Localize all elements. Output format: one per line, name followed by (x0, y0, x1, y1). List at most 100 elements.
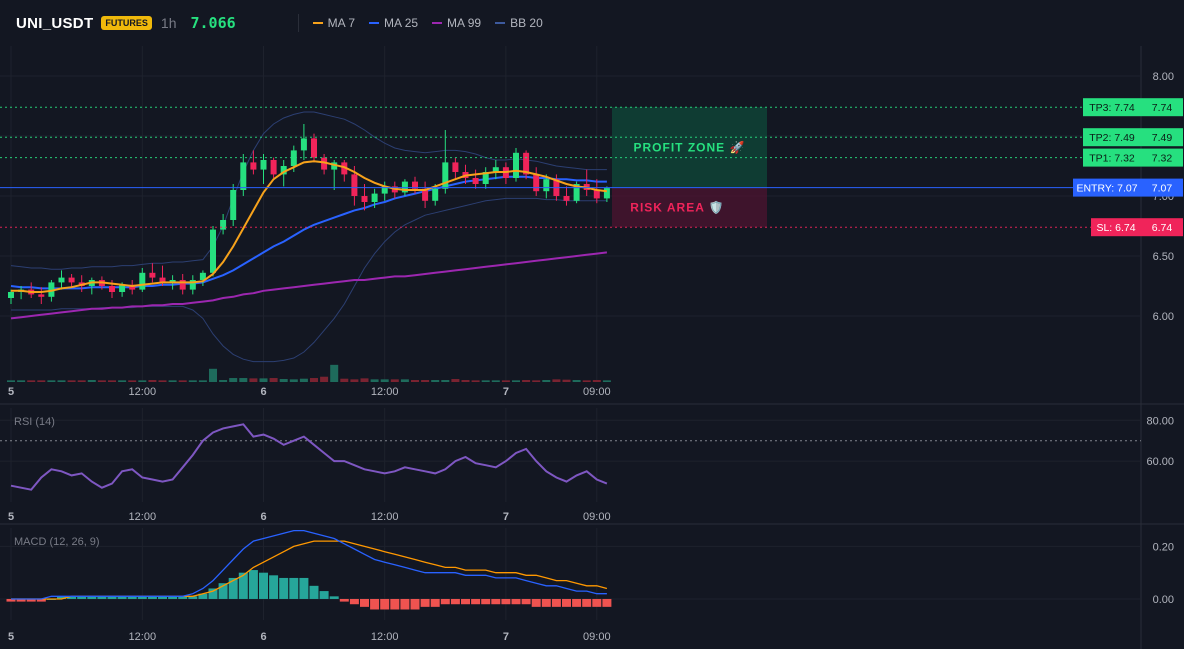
macd-histogram-bar (461, 598, 470, 605)
level-price-label: 7.49 (1152, 132, 1173, 144)
price-axis-label: 6.00 (1153, 311, 1174, 323)
time-axis-label-2: 5 (8, 631, 14, 643)
candle-body (270, 160, 277, 175)
volume-bar (7, 380, 15, 382)
macd-histogram-bar (299, 577, 309, 599)
macd-histogram-bar (562, 598, 571, 607)
level-tag-label: TP2: 7.49 (1089, 132, 1135, 144)
volume-bar (400, 379, 409, 382)
macd-line (11, 529, 607, 600)
macd-histogram-bar (551, 598, 561, 607)
volume-bar (57, 380, 66, 382)
volume-bar (47, 380, 56, 382)
volume-bar (390, 379, 399, 382)
candle-body (442, 162, 449, 189)
volume-bar (481, 380, 490, 382)
volume-bar (370, 379, 379, 382)
volume-bar (118, 380, 127, 382)
candle-body (250, 162, 257, 170)
candle-body (38, 294, 45, 297)
volume-bar (27, 380, 36, 382)
time-axis-label-1: 09:00 (583, 511, 611, 523)
volume-bar (320, 376, 329, 382)
rsi-axis-label: 60.00 (1146, 456, 1174, 468)
volume-bar (97, 380, 106, 382)
volume-bar (461, 380, 470, 382)
volume-bar (87, 380, 96, 382)
candle-body (230, 190, 237, 220)
time-axis-label-0: 5 (8, 386, 14, 398)
volume-bar (582, 380, 591, 382)
volume-bar (128, 380, 137, 382)
volume-bar (572, 380, 581, 382)
macd-axis-label: 0.00 (1153, 594, 1174, 606)
volume-bar (108, 380, 116, 382)
level-price-label: 7.74 (1152, 102, 1173, 114)
volume-bar (532, 380, 541, 382)
level-price-label: 7.07 (1152, 183, 1173, 195)
candle-body (311, 138, 317, 158)
macd-title: MACD (12, 26, 9) (14, 536, 100, 548)
macd-histogram-bar (501, 598, 511, 605)
level-tag-label: TP1: 7.32 (1089, 153, 1135, 165)
macd-histogram-bar (420, 598, 430, 607)
price-axis-label: 6.50 (1153, 251, 1174, 263)
chart-canvas[interactable]: 8.007.507.006.506.0080.0060.000.200.0051… (0, 0, 1184, 649)
volume-bar (229, 378, 238, 382)
macd-histogram-bar (592, 598, 602, 607)
volume-bar (350, 379, 359, 382)
volume-bar (279, 379, 288, 382)
volume-bar (198, 380, 207, 382)
macd-histogram-bar (390, 598, 400, 610)
volume-bar (330, 364, 339, 382)
candle-body (593, 190, 600, 199)
candle-body (8, 292, 14, 298)
macd-histogram-bar (339, 598, 349, 602)
rsi-axis-label: 80.00 (1146, 415, 1174, 427)
macd-histogram-bar (410, 598, 420, 610)
time-axis-label-2: 12:00 (371, 631, 399, 643)
macd-histogram-bar (582, 598, 592, 607)
time-axis-label-0: 12:00 (371, 386, 399, 398)
volume-bar (552, 379, 561, 382)
candle-body (603, 188, 610, 199)
macd-histogram-bar (602, 598, 612, 607)
candle-body (240, 162, 247, 190)
macd-signal-line (11, 540, 608, 600)
volume-bar (259, 378, 268, 382)
volume-bar (522, 380, 531, 382)
candle-body (432, 188, 439, 201)
macd-histogram-bar (541, 598, 551, 607)
candle-body (260, 160, 267, 170)
time-axis-label-0: 6 (260, 386, 266, 398)
macd-histogram-bar (309, 585, 319, 599)
time-axis-label-1: 12:00 (129, 511, 157, 523)
macd-histogram-bar (360, 598, 369, 607)
time-axis-label-1: 6 (260, 511, 266, 523)
volume-bar (340, 378, 349, 382)
volume-bar (188, 380, 197, 382)
macd-histogram-bar (329, 596, 339, 599)
time-axis-label-1: 5 (8, 511, 14, 523)
volume-bar (360, 378, 369, 382)
macd-histogram-bar (259, 572, 268, 599)
macd-histogram-bar (511, 598, 521, 605)
volume-bar (542, 380, 551, 382)
volume-bar (178, 380, 187, 382)
volume-bar (421, 380, 430, 382)
volume-bar (219, 380, 228, 382)
volume-bar (249, 378, 258, 382)
volume-bar (138, 380, 147, 382)
level-tag-label: SL: 6.74 (1096, 222, 1135, 234)
candle-body (351, 174, 358, 196)
volume-bar (239, 378, 248, 382)
macd-histogram-bar (450, 598, 460, 605)
volume-bar (37, 380, 46, 382)
macd-histogram-bar (269, 575, 279, 599)
time-axis-label-1: 12:00 (371, 511, 399, 523)
level-price-label: 7.32 (1152, 153, 1173, 165)
volume-bar (441, 380, 450, 382)
candle-body (58, 277, 65, 283)
candle-body (472, 178, 479, 184)
candle-body (513, 152, 519, 178)
